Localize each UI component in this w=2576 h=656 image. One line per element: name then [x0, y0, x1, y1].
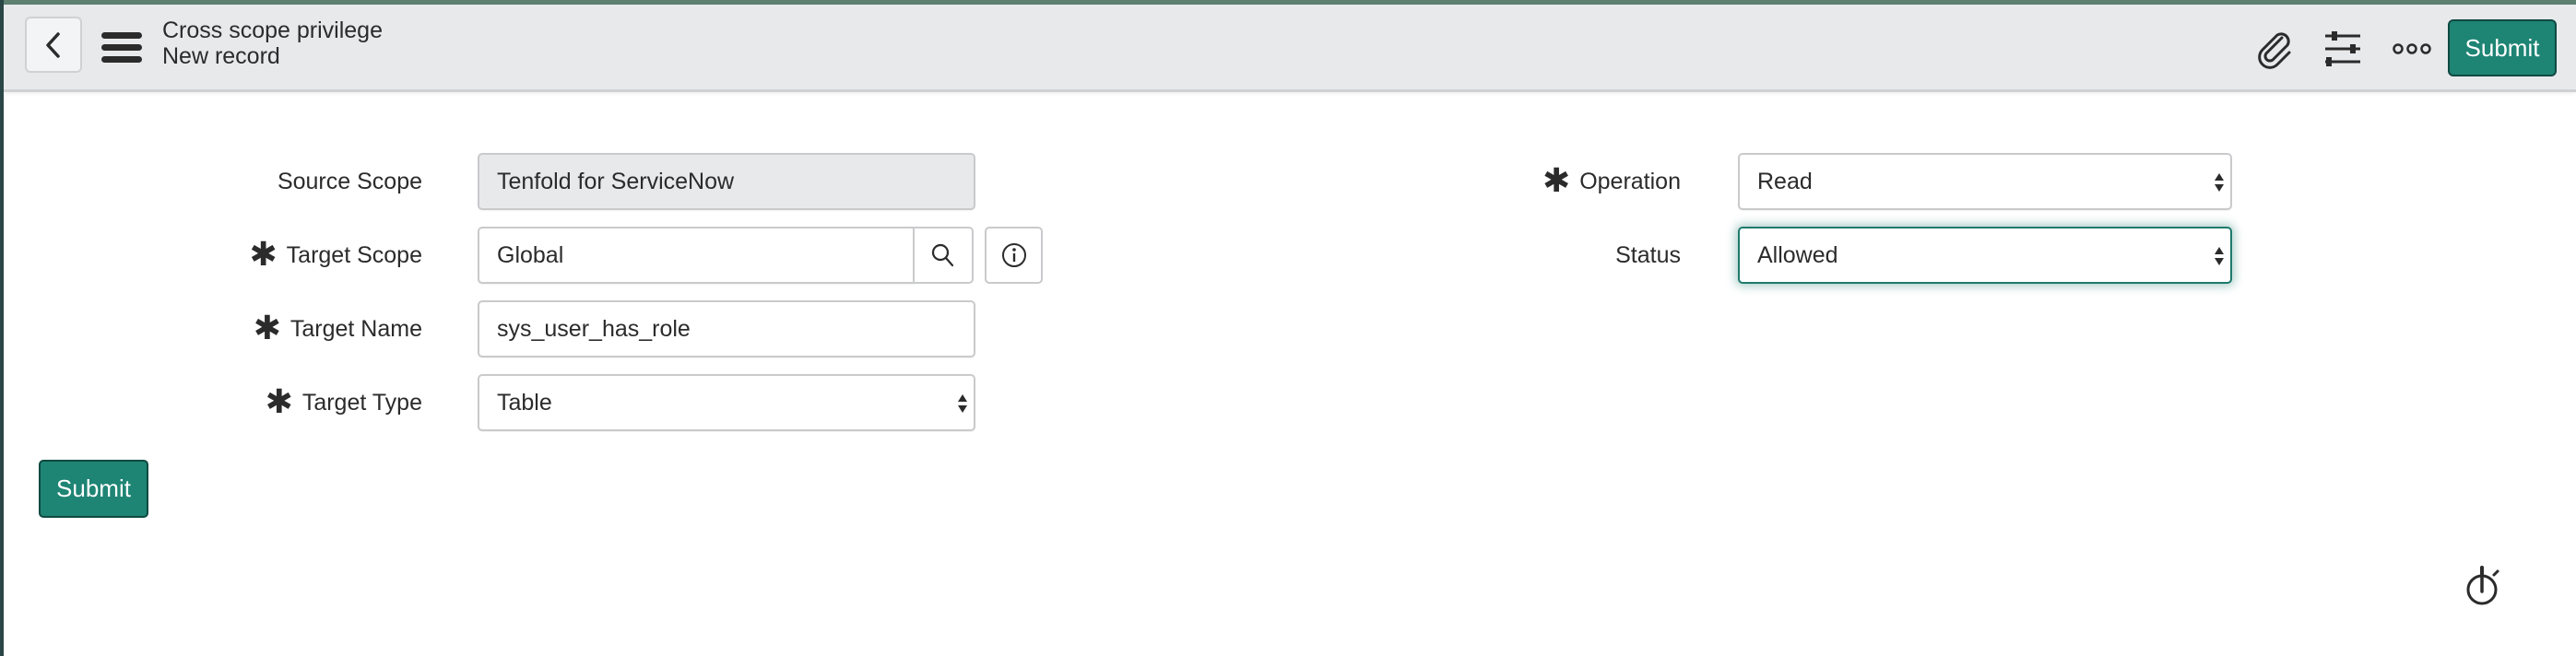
required-marker-icon: ✱: [265, 382, 293, 421]
chevron-left-icon: [46, 31, 60, 58]
header-title-block: Cross scope privilege New record: [162, 18, 383, 69]
target-scope-label: ✱ Target Scope: [250, 227, 423, 284]
personalize-form-button[interactable]: [2320, 25, 2366, 73]
header-submit-button[interactable]: Submit: [2448, 19, 2557, 76]
form-submit-button[interactable]: Submit: [39, 460, 148, 518]
operation-select[interactable]: Read: [1738, 153, 2232, 210]
status-label-text: Status: [1615, 242, 1681, 268]
target-type-select[interactable]: Table: [478, 374, 975, 431]
target-name-input[interactable]: sys_user_has_role: [478, 300, 975, 357]
target-scope-input[interactable]: Global: [478, 227, 915, 284]
back-button[interactable]: [25, 17, 82, 73]
more-options-icon: [2393, 43, 2431, 54]
target-scope-label-text: Target Scope: [286, 242, 422, 268]
source-scope-field: Tenfold for ServiceNow: [478, 153, 975, 210]
select-arrows-icon: [2215, 173, 2224, 192]
form-header: Cross scope privilege New record Submit: [4, 5, 2576, 92]
required-marker-icon: ✱: [253, 309, 281, 347]
operation-value: Read: [1757, 169, 1813, 194]
info-icon: [1001, 243, 1026, 267]
select-arrows-icon: [958, 394, 967, 413]
operation-label: ✱ Operation: [1542, 153, 1681, 210]
target-name-label: ✱ Target Name: [254, 300, 422, 357]
operation-label-text: Operation: [1579, 169, 1681, 194]
target-scope-lookup-button[interactable]: [914, 227, 974, 284]
stopwatch-icon[interactable]: [2464, 564, 2504, 608]
window-left-border: [0, 0, 4, 656]
target-type-label-text: Target Type: [301, 390, 422, 416]
target-scope-info-button[interactable]: [985, 227, 1043, 284]
window-top-border: [0, 0, 2576, 5]
status-select[interactable]: Allowed: [1738, 227, 2232, 284]
page-title: Cross scope privilege: [162, 18, 383, 43]
status-value: Allowed: [1757, 242, 1838, 268]
hamburger-menu-icon[interactable]: [101, 32, 142, 65]
page-subtitle: New record: [162, 43, 280, 69]
source-scope-label-text: Source Scope: [277, 169, 422, 194]
select-arrows-icon: [2215, 247, 2224, 265]
required-marker-icon: ✱: [249, 235, 278, 274]
search-icon: [931, 243, 954, 267]
attachment-button[interactable]: [2251, 25, 2298, 73]
target-type-value: Table: [497, 390, 552, 416]
more-options-button[interactable]: [2391, 25, 2433, 73]
paperclip-icon: [2258, 32, 2291, 69]
sliders-icon: [2325, 31, 2360, 66]
status-label: Status: [1615, 227, 1681, 284]
target-name-label-text: Target Name: [290, 316, 422, 342]
target-type-label: ✱ Target Type: [266, 374, 422, 431]
required-marker-icon: ✱: [1542, 161, 1571, 200]
source-scope-label: Source Scope: [278, 153, 422, 210]
